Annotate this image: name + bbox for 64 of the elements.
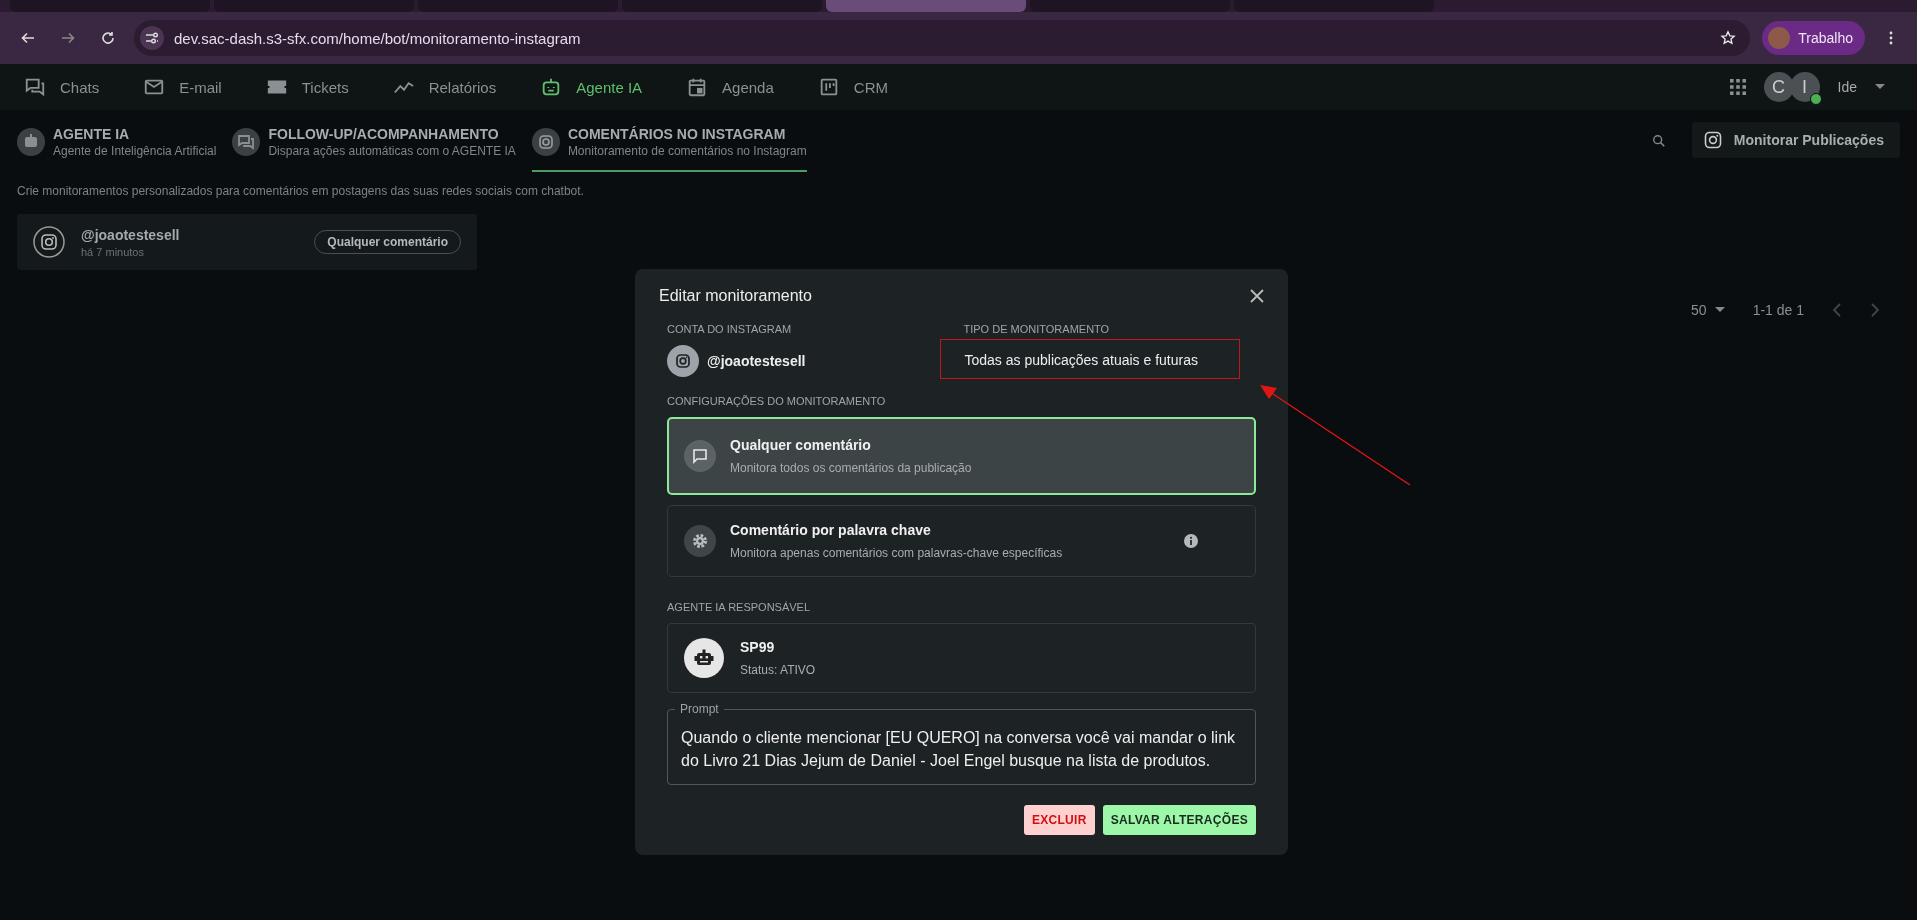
site-settings-icon[interactable] (140, 26, 164, 50)
account-name: @joaotestesell (81, 226, 181, 243)
option-title: Qualquer comentário (730, 437, 872, 453)
prompt-label: Prompt (675, 702, 724, 716)
url-text: dev.sac-dash.s3-sfx.com/home/bot/monitoramento-instagram (174, 29, 582, 47)
instagram-icon (667, 345, 699, 377)
avatar-icon (1768, 27, 1791, 49)
delete-button[interactable]: EXCLUIR (1023, 805, 1095, 835)
comment-icon (684, 440, 716, 472)
section-label: CONFIGURAÇÕES DO MONITORAMENTO (667, 395, 887, 407)
tab-icon (531, 128, 560, 156)
save-button[interactable]: SALVAR ALTERAÇÕES (1102, 805, 1256, 835)
account-name: @joaotestesell (707, 353, 806, 369)
option-card[interactable]: Comentário por palavra chave Monitora apenas comentários com palavras-chave específicas (667, 505, 1256, 577)
info-icon[interactable] (1183, 533, 1199, 549)
tab-icon (17, 128, 45, 156)
user-avatar[interactable]: I (1789, 72, 1820, 102)
option-description: Monitora todos os comentários da publicação (730, 461, 973, 475)
robot-icon (684, 638, 724, 678)
user-avatar[interactable]: C (1763, 72, 1794, 102)
description-text: Crie monitoramentos personalizados para comentários em postagens das suas redes sociais com chatbot. (17, 184, 585, 198)
section-label: AGENTE IA RESPONSÁVEL (667, 601, 812, 613)
caret-icon[interactable] (1714, 307, 1725, 313)
page-range-text: 1-1 de 1 (1752, 302, 1804, 318)
nav-item[interactable]: Relatórios (392, 76, 497, 98)
nav-item[interactable]: CRM (817, 76, 888, 98)
tab-icon (232, 128, 261, 156)
option-card[interactable]: Qualquer comentário Monitora todos os comentários da publicação (667, 417, 1256, 495)
gear-icon (684, 525, 716, 557)
address-bar[interactable]: dev.sac-dash.s3-sfx.com/home/bot/monitoramento-instagram (134, 20, 1751, 56)
section-label: TIPO DE MONITORAMENTO (963, 323, 1111, 335)
section-tab[interactable]: COMENTÁRIOS NO INSTAGRAM Monitoramento de comentários no Instagram (531, 118, 807, 172)
instagram-icon (1703, 131, 1722, 149)
rows-per-page-select[interactable]: 50 (1691, 302, 1725, 318)
user-name[interactable]: Ide (1837, 79, 1857, 95)
time-text: há 7 minutos (81, 245, 145, 258)
nav-item[interactable]: Agenda (686, 76, 774, 98)
nav-item[interactable]: Chats (24, 76, 100, 98)
dialog-title: Editar monitoramento (659, 287, 812, 305)
monitor-card[interactable]: @joaotestesell há 7 minutos Qualquer comentário (17, 214, 477, 270)
section-tab[interactable]: FOLLOW-UP/ACOMPANHAMENTO Dispara ações automáticas com o AGENTE IA (232, 118, 516, 172)
agent-status: Status: ATIVO (740, 663, 817, 677)
forward-icon[interactable] (60, 30, 76, 46)
monitor-posts-button[interactable]: Monitorar Publicações (1691, 122, 1900, 158)
search-icon[interactable] (1651, 134, 1666, 148)
agent-name: SP99 (740, 639, 776, 655)
agent-card[interactable]: SP99 Status: ATIVO (667, 623, 1256, 693)
reload-icon[interactable] (100, 30, 116, 46)
profile-button[interactable]: Trabalho (1762, 21, 1865, 55)
apps-icon[interactable] (1729, 79, 1746, 95)
nav-item[interactable]: Agente IA (540, 76, 643, 98)
nav-icon (24, 76, 46, 98)
back-icon[interactable] (20, 30, 36, 46)
nav-item[interactable]: Tickets (265, 76, 349, 98)
nav-item[interactable]: E-mail (143, 76, 222, 98)
option-description: Monitora apenas comentários com palavras-chave específicas (730, 546, 1064, 560)
caret-icon[interactable] (1875, 84, 1885, 90)
option-title: Comentário por palavra chave (730, 522, 932, 538)
monitor-type-text: Todas as publicações atuais e futuras (964, 352, 1198, 368)
section-label: CONTA DO INSTAGRAM (667, 323, 793, 335)
section-tab[interactable]: AGENTE IA Agente de Inteligência Artificial (17, 118, 217, 172)
instagram-icon (33, 226, 65, 258)
close-icon[interactable] (1250, 289, 1264, 303)
star-icon[interactable] (1720, 30, 1737, 46)
